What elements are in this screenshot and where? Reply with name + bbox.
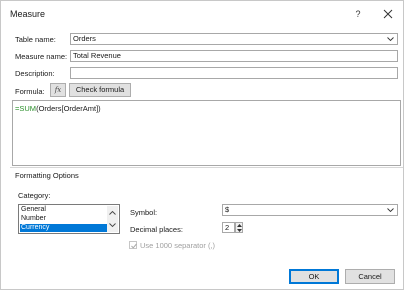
category-item-general[interactable]: General [20,206,107,214]
chevron-down-icon [387,208,394,213]
chevron-down-icon [387,37,394,42]
symbol-value: $ [225,205,230,214]
decimal-places-input[interactable]: 2 [222,222,235,233]
help-icon: ? [355,9,361,19]
chevron-down-icon [109,223,116,228]
symbol-label: Symbol: [130,208,158,217]
list-scroll-down-button[interactable] [107,219,118,232]
spin-down-icon [237,229,242,232]
insert-function-button[interactable]: fx [50,83,66,97]
measure-name-input[interactable]: Total Revenue [70,50,398,62]
decimal-places-value: 2 [225,223,230,232]
symbol-combobox[interactable]: $ [222,204,398,216]
formula-column-ref: Orders[OrderAmt] [38,104,99,113]
table-name-combobox[interactable]: Orders [70,33,398,45]
measure-name-value: Total Revenue [73,51,121,60]
chevron-up-icon [109,210,116,215]
close-button[interactable] [375,4,401,24]
category-item-currency[interactable]: Currency [20,224,107,232]
category-label: Category: [18,191,51,200]
table-name-label: Table name: [15,35,56,44]
decimal-places-label: Decimal places: [130,225,183,234]
title-bar: Measure ? [1,1,403,27]
measure-dialog: Measure ? Table name: Orders Measure nam… [0,0,404,290]
list-scroll-up-button[interactable] [107,206,118,219]
formula-editor[interactable]: =SUM(Orders[OrderAmt]) [12,100,401,166]
check-formula-button[interactable]: Check formula [69,83,131,97]
use-1000-separator-label: Use 1000 separator (,) [140,241,216,250]
section-divider [10,167,403,168]
formula-close-paren: ) [98,104,101,113]
spin-up-icon [237,224,242,227]
dialog-title: Measure [10,9,46,19]
description-input[interactable] [70,67,398,79]
measure-name-label: Measure name: [15,52,68,61]
ok-button[interactable]: OK [289,269,339,284]
category-item-number[interactable]: Number [20,215,107,223]
checkmark-icon [131,243,137,249]
close-icon [383,9,393,19]
table-name-value: Orders [73,34,96,43]
use-1000-separator-checkbox[interactable] [129,241,137,249]
category-listbox[interactable]: General Number Currency [18,204,120,234]
formatting-options-title: Formatting Options [15,171,79,180]
cancel-button[interactable]: Cancel [345,269,395,284]
help-button[interactable]: ? [345,4,371,24]
formula-label: Formula: [15,87,45,96]
formula-function: SUM [19,104,37,113]
decimal-places-spinner[interactable] [235,222,243,233]
fx-icon: fx [54,86,62,94]
description-label: Description: [15,69,55,78]
